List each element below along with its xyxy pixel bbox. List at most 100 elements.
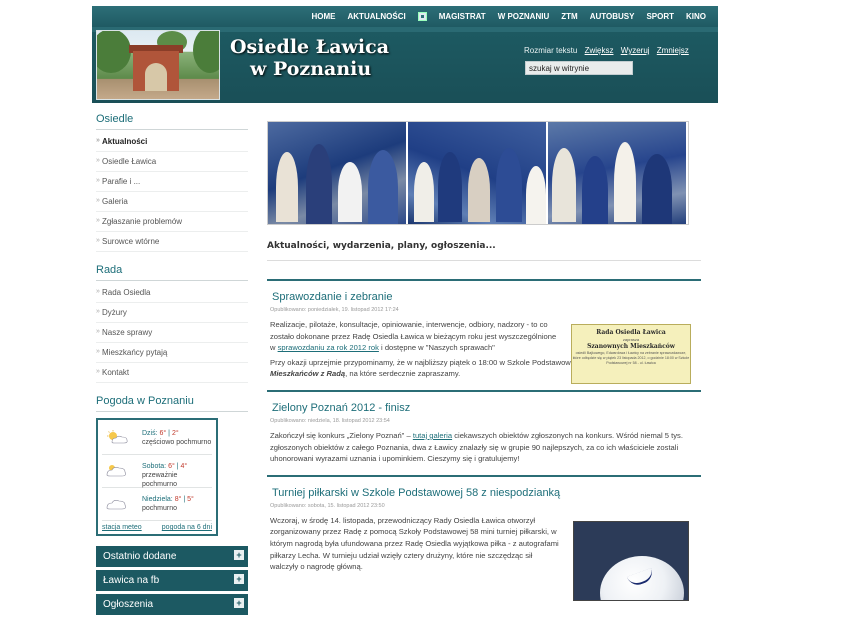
weather-temp-low: 5° <box>187 496 194 503</box>
meeting-poster[interactable]: Rada Osiedla Ławica zaprasza Szanownych … <box>571 324 691 384</box>
text-size-smaller-link[interactable]: Zmniejsz <box>657 46 689 55</box>
cloudy-icon <box>106 500 126 510</box>
weather-temp-high: 8° <box>174 496 182 503</box>
sidebar-item-nasze-sprawy[interactable]: Nasze sprawy <box>96 323 248 343</box>
mostly-cloudy-icon <box>106 465 126 477</box>
sidebar-item-zglaszanie[interactable]: Zgłaszanie problemów <box>96 212 248 232</box>
weather-day-label: Dziś: <box>142 430 158 437</box>
fan-figure <box>526 166 546 224</box>
nav-autobusy[interactable]: AUTOBUSY <box>584 12 641 21</box>
nav-ztm[interactable]: ZTM <box>555 12 583 21</box>
weather-station-link[interactable]: stacja meteo <box>102 524 142 531</box>
plus-icon[interactable]: + <box>234 598 244 608</box>
accordion-ostatnio-dodane[interactable]: Ostatnio dodane + <box>96 546 248 567</box>
rada-menu: Rada Osiedla Dyżury Nasze sprawy Mieszka… <box>96 283 248 383</box>
sidebar-item-surowce[interactable]: Surowce wtórne <box>96 232 248 252</box>
article-link[interactable]: sprawozdaniu za rok 2012 rok <box>278 343 379 352</box>
accordion-label: Ogłoszenia <box>103 599 154 610</box>
nav-home[interactable]: HOME <box>306 12 342 21</box>
text-size-label: Rozmiar tekstu <box>524 46 578 55</box>
top-nav-items: HOME AKTUALNOŚCI MAGISTRAT W POZNANIU ZT… <box>306 6 713 27</box>
plus-icon[interactable]: + <box>234 574 244 584</box>
poster-line: zaprasza <box>622 337 640 342</box>
weather-day-label: Sobota: <box>142 463 167 470</box>
site-title[interactable]: Osiedle Ławica w Poznaniu <box>230 36 389 80</box>
article-text: Zakończył się konkurs „Zielony Poznań" – <box>270 430 413 440</box>
weather-links: stacja meteo pogoda na 6 dni <box>102 521 212 531</box>
accordion-label: Ostatnio dodane <box>103 551 177 562</box>
top-nav-bar: HOME AKTUALNOŚCI MAGISTRAT W POZNANIU ZT… <box>92 6 718 27</box>
weather-forecast-link[interactable]: pogoda na 6 dni <box>162 524 212 531</box>
site-header: Osiedle Ławica w Poznaniu Rozmiar tekstu… <box>92 27 718 103</box>
weather-desc: częściowo pochmurno <box>142 439 212 446</box>
osiedle-menu: Aktualności Osiedle Ławica Parafie i ...… <box>96 132 248 252</box>
text-size-controls: Rozmiar tekstu Zwiększ Wyzeruj Zmniejsz <box>524 46 689 55</box>
weather-saturday-text: Sobota: 6° | 4° przeważnie pochmurno <box>142 462 212 489</box>
sidebar-item-mieszkancy-pytaja[interactable]: Mieszkańcy pytają <box>96 343 248 363</box>
accordion-ogloszenia[interactable]: Ogłoszenia + <box>96 594 248 615</box>
article-turniej: Turniej piłkarski w Szkole Podstawowej 5… <box>267 474 701 601</box>
poster-line: Rada Osiedla Ławica <box>596 329 666 336</box>
nav-w-poznaniu[interactable]: W POZNANIU <box>492 12 556 21</box>
sidebar-item-osiedle-lawica[interactable]: Osiedle Ławica <box>96 152 248 172</box>
fan-figure <box>468 158 490 222</box>
article-meta: Opublikowano: poniedziałek, 19. listopad… <box>270 307 399 313</box>
article-link[interactable]: tutaj galeria <box>413 431 452 440</box>
tree-right <box>193 31 219 73</box>
article-title[interactable]: Turniej piłkarski w Szkole Podstawowej 5… <box>267 487 701 499</box>
banner-photo-2 <box>408 122 548 224</box>
main-content: Aktualności, wydarzenia, plany, ogłoszen… <box>267 121 707 601</box>
signed-ball-photo[interactable] <box>573 520 689 601</box>
article-meta: Opublikowano: niedziela, 18. listopad 20… <box>270 417 390 424</box>
sidebar-item-rada-osiedla[interactable]: Rada Osiedla <box>96 283 248 303</box>
fan-figure <box>552 148 576 222</box>
gate-arch <box>145 63 167 91</box>
weather-temp-high: 6° <box>159 430 167 437</box>
sidebar-item-galeria[interactable]: Galeria <box>96 192 248 212</box>
weather-heading: Pogoda w Poznaniu <box>96 395 248 412</box>
search-input[interactable] <box>525 61 633 75</box>
fan-figure <box>414 162 434 222</box>
accordion-lawica-na-fb[interactable]: Ławica na fb + <box>96 570 248 591</box>
article-meta: Opublikowano: sobota, 15. listopad 2012 … <box>270 502 385 509</box>
rada-heading: Rada <box>96 264 248 281</box>
sidebar-item-parafie[interactable]: Parafie i ... <box>96 172 248 192</box>
nav-aktualnosci[interactable]: AKTUALNOŚCI <box>342 12 412 21</box>
nav-kino[interactable]: KINO <box>680 12 712 21</box>
fan-figure <box>582 156 608 224</box>
text-size-bigger-link[interactable]: Zwiększ <box>585 46 614 55</box>
weather-temp-high: 6° <box>168 463 175 470</box>
fan-figure <box>642 154 672 224</box>
weather-desc: pochmurno <box>142 505 178 512</box>
article-text: , na które serdecznie zapraszamy. <box>345 369 461 379</box>
weather-row-today: Dziś: 6° | 2° częściowo pochmurno <box>102 422 212 455</box>
header-photo-gate[interactable] <box>96 30 220 100</box>
weather-temp-low: 2° <box>171 430 179 437</box>
top-navigation: HOME AKTUALNOŚCI MAGISTRAT W POZNANIU ZT… <box>0 0 846 27</box>
sidebar-item-dyzury[interactable]: Dyżury <box>96 303 248 323</box>
weather-row-sunday: Niedziela: 8° | 5° pochmurno <box>102 488 212 521</box>
sidebar-item-kontakt[interactable]: Kontakt <box>96 363 248 383</box>
banner-photo-1 <box>268 122 408 224</box>
article-sprawozdanie: Sprawozdanie i zebranie Opublikowano: po… <box>267 279 701 384</box>
plus-icon[interactable]: + <box>234 550 244 560</box>
weather-sunday-text: Niedziela: 8° | 5° pochmurno <box>142 496 194 512</box>
fan-figure <box>306 144 332 224</box>
article-title[interactable]: Zielony Poznań 2012 - finisz <box>267 402 701 414</box>
text-size-reset-link[interactable]: Wyzeruj <box>621 46 650 55</box>
article-title[interactable]: Sprawozdanie i zebranie <box>267 291 701 303</box>
fan-figure <box>338 162 362 222</box>
nav-sport[interactable]: SPORT <box>640 12 680 21</box>
partly-cloudy-icon <box>107 430 128 444</box>
fan-figure <box>496 148 522 222</box>
sidebar-item-aktualnosci[interactable]: Aktualności <box>96 132 248 152</box>
banner-photos <box>267 121 689 225</box>
section-title: Aktualności, wydarzenia, plany, ogłoszen… <box>267 241 701 261</box>
weather-desc: przeważnie pochmurno <box>142 472 178 488</box>
weather-day-label: Niedziela: <box>142 496 173 503</box>
gate <box>133 51 179 91</box>
left-sidebar: Osiedle Aktualności Osiedle Ławica Paraf… <box>96 113 248 618</box>
nav-magistrat[interactable]: MAGISTRAT <box>433 12 492 21</box>
accordion-label: Ławica na fb <box>103 575 160 586</box>
calendar-icon[interactable] <box>417 12 427 21</box>
